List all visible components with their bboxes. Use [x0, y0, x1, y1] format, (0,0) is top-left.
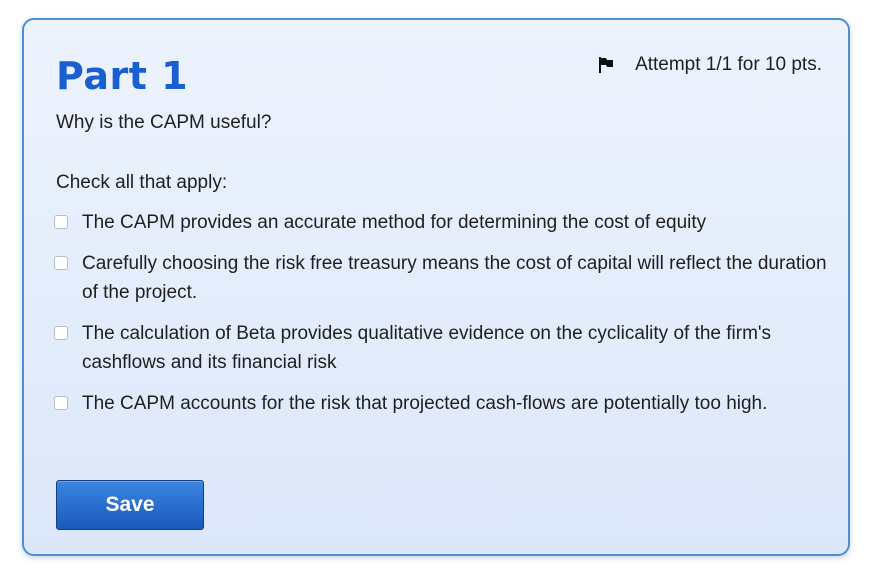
answer-label[interactable]: Carefully choosing the risk free treasur…	[82, 249, 834, 307]
answer-label[interactable]: The CAPM accounts for the risk that proj…	[82, 389, 767, 418]
answer-options: The CAPM provides an accurate method for…	[54, 208, 834, 430]
answer-checkbox[interactable]	[54, 256, 68, 270]
flag-icon[interactable]	[597, 56, 615, 74]
answer-option[interactable]: The calculation of Beta provides qualita…	[54, 319, 834, 377]
answer-option[interactable]: The CAPM accounts for the risk that proj…	[54, 389, 834, 418]
answer-option[interactable]: The CAPM provides an accurate method for…	[54, 208, 834, 237]
attempt-info: Attempt 1/1 for 10 pts.	[597, 54, 822, 76]
question-prompt: Why is the CAPM useful?	[56, 112, 272, 133]
part-title: Part 1	[56, 54, 189, 98]
question-instructions: Check all that apply:	[56, 172, 228, 193]
answer-checkbox[interactable]	[54, 396, 68, 410]
answer-option[interactable]: Carefully choosing the risk free treasur…	[54, 249, 834, 307]
answer-label[interactable]: The CAPM provides an accurate method for…	[82, 208, 706, 237]
answer-checkbox[interactable]	[54, 215, 68, 229]
answer-checkbox[interactable]	[54, 326, 68, 340]
answer-label[interactable]: The calculation of Beta provides qualita…	[82, 319, 834, 377]
attempt-text: Attempt 1/1 for 10 pts.	[635, 54, 822, 75]
save-button[interactable]: Save	[56, 480, 204, 530]
question-card: Part 1 Attempt 1/1 for 10 pts. Why is th…	[22, 18, 850, 556]
